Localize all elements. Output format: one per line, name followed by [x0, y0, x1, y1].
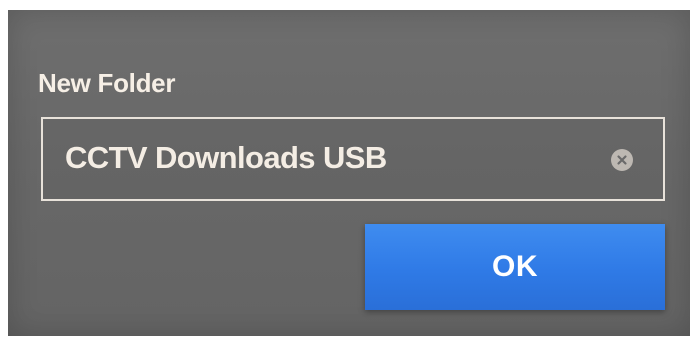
dialog-title: New Folder [38, 68, 176, 98]
ok-button-label: OK [492, 250, 538, 283]
clear-circle-x-icon [617, 155, 627, 165]
clear-text-button[interactable] [611, 149, 633, 171]
photo-background: New Folder CCTV Downloads USB OK [0, 0, 698, 343]
folder-name-input[interactable]: CCTV Downloads USB [41, 117, 665, 201]
ok-button[interactable]: OK [365, 224, 665, 310]
new-folder-dialog: New Folder CCTV Downloads USB OK [8, 10, 690, 336]
folder-name-value: CCTV Downloads USB [65, 140, 387, 175]
